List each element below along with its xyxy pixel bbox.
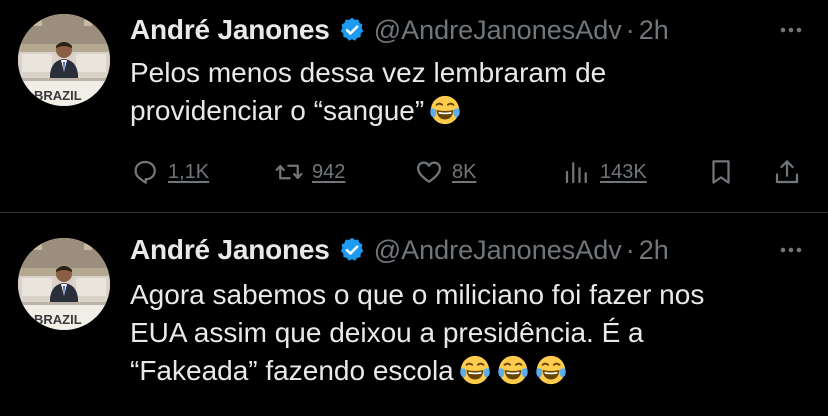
separator-dot: · [625,14,635,45]
views-button[interactable]: 143K [562,152,647,192]
face-with-tears-of-joy-emoji-icon [428,93,462,127]
views-icon [565,162,587,184]
timestamp[interactable]: 2h [639,235,669,266]
tweet-actions: 1,1K 942 8K 143K [130,152,810,192]
tweet-text-line-with-emoji: “Fakeada” fazendo escola [130,352,810,390]
tweet-card[interactable]: BRAZIL André Janones @AndreJanonesAdv · … [0,0,828,212]
share-button[interactable] [772,152,802,192]
tweet-header: André Janones @AndreJanonesAdv · 2h [130,232,669,268]
like-icon [417,161,441,183]
tweet-divider [0,212,828,213]
avatar-image: BRAZIL [18,238,110,330]
tweet-text: Pelos menos dessa vez lembraram de provi… [130,54,810,130]
view-count: 143K [600,160,647,183]
author-name[interactable]: André Janones [130,234,330,266]
avatar-caption: BRAZIL [34,88,82,103]
avatar[interactable]: BRAZIL [18,14,110,106]
author-handle[interactable]: @AndreJanonesAdv [374,235,622,266]
reply-count: 1,1K [168,160,210,183]
tweet-card[interactable]: BRAZIL André Janones @AndreJanonesAdv · … [0,214,828,416]
retweet-button[interactable]: 942 [274,152,345,192]
tweet-text-line: providenciar o “sangue” [130,95,425,126]
timestamp[interactable]: 2h [639,15,669,46]
like-button[interactable]: 8K [414,152,476,192]
reply-icon [134,160,156,184]
avatar-caption: BRAZIL [34,312,82,327]
author-name[interactable]: André Janones [130,14,330,46]
verified-badge-icon[interactable] [338,236,366,264]
tweet-header: André Janones @AndreJanonesAdv · 2h [130,12,669,48]
tweet-text-line: EUA assim que deixou a presidência. É a [130,317,644,348]
tweet-text: Agora sabemos o que o miliciano foi faze… [130,276,810,390]
tweet-text-line: Agora sabemos o que o miliciano foi faze… [130,279,705,310]
bookmark-icon [712,160,730,184]
avatar[interactable]: BRAZIL [18,238,110,330]
face-with-tears-of-joy-emoji-icon [458,353,492,387]
verified-badge-icon[interactable] [338,16,366,44]
avatar-image: BRAZIL [18,14,110,106]
more-icon[interactable] [776,18,806,42]
more-icon[interactable] [776,238,806,262]
retweet-icon [275,164,303,180]
face-with-tears-of-joy-emoji-icon [496,353,530,387]
separator-dot: · [625,234,635,265]
bookmark-button[interactable] [706,152,736,192]
face-with-tears-of-joy-emoji-icon [534,353,568,387]
tweet-text-line: “Fakeada” fazendo escola [130,355,454,386]
author-handle[interactable]: @AndreJanonesAdv [374,15,622,46]
share-icon [775,160,799,184]
tweet-text-line: Pelos menos dessa vez lembraram de [130,57,607,88]
retweet-count: 942 [312,160,346,183]
like-count: 8K [452,160,477,183]
tweet-text-line-with-emoji: providenciar o “sangue” [130,92,810,130]
reply-button[interactable]: 1,1K [130,152,209,192]
